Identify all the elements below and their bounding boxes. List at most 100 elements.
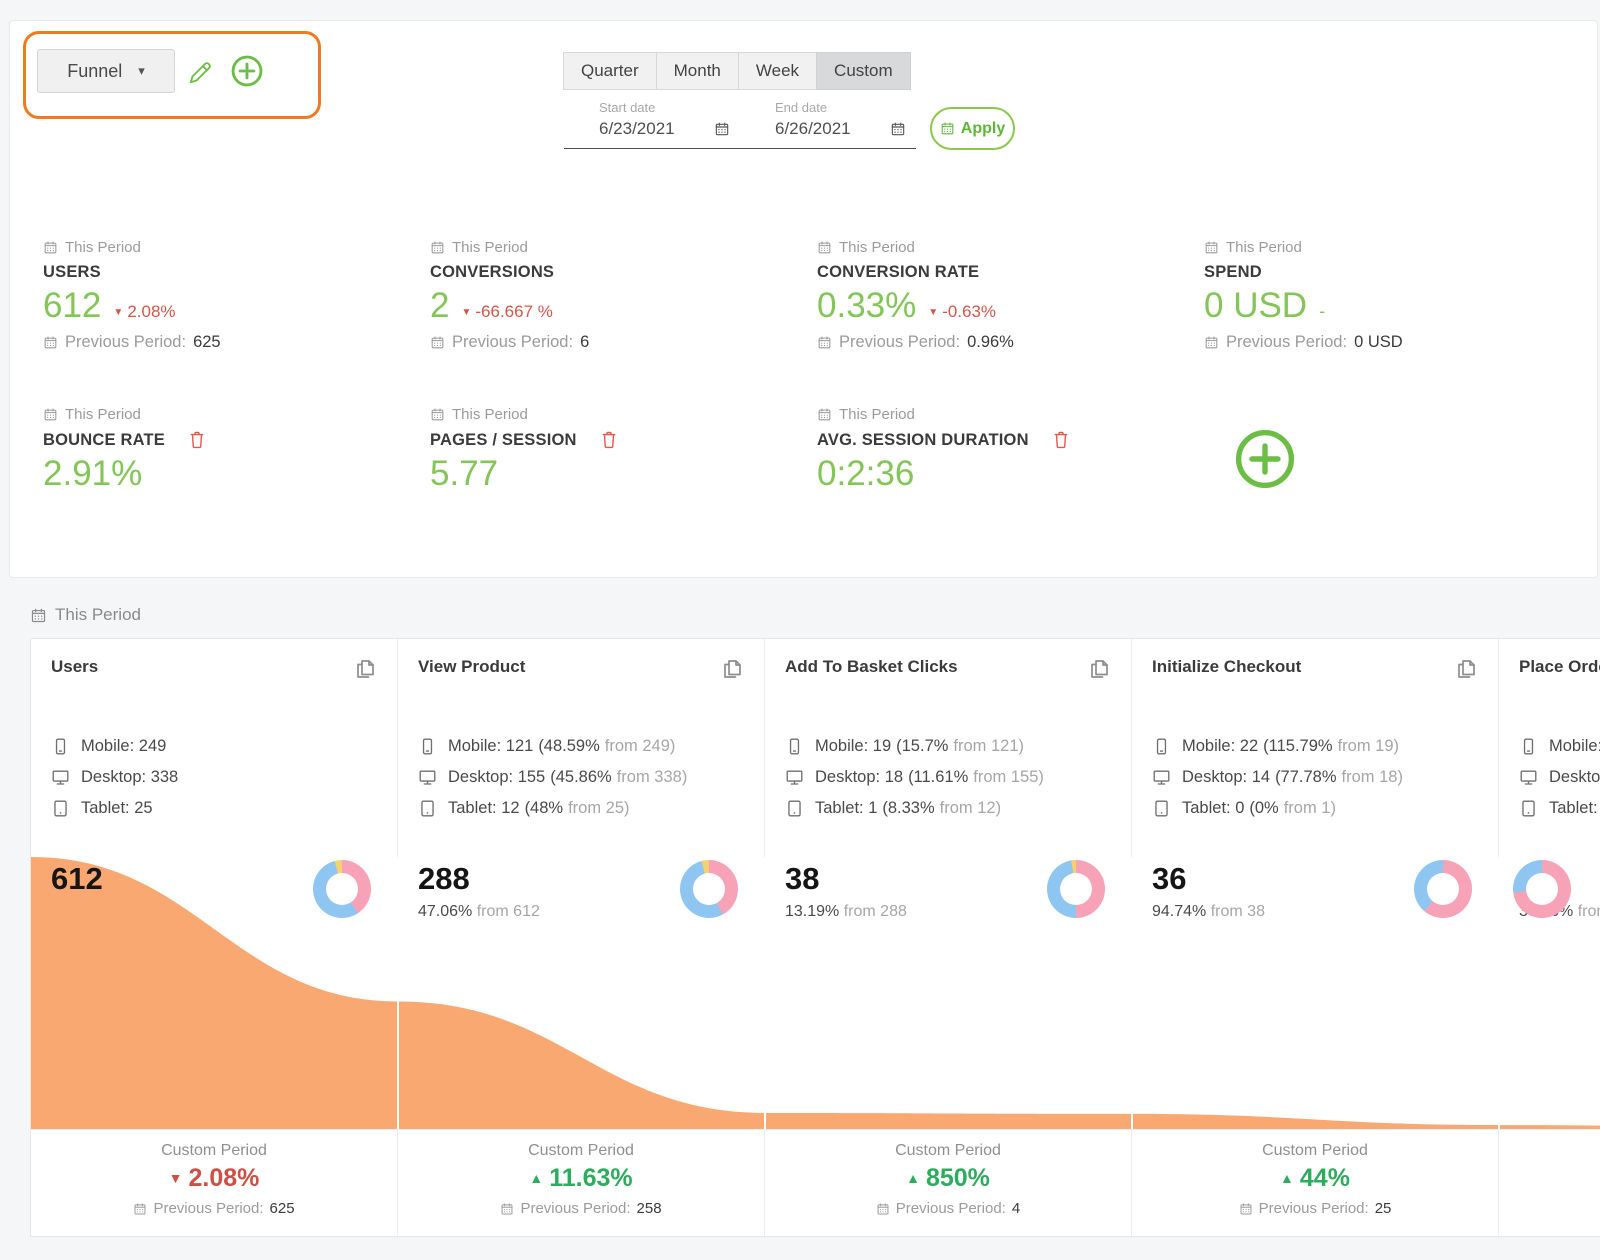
metric-title: CONVERSION RATE — [817, 263, 979, 282]
funnel-dropdown[interactable]: Funnel ▾ — [37, 49, 175, 93]
metric-title: AVG. SESSION DURATION — [817, 431, 1029, 450]
step-conversion-from: from 36 — [1578, 903, 1600, 920]
duplicate-step-button[interactable] — [353, 657, 377, 681]
funnel-step-footer: Custom Period▼2.08%Previous Period:625 — [31, 1129, 398, 1236]
tab-month[interactable]: Month — [656, 52, 739, 90]
calendar-icon — [43, 240, 58, 255]
metric-title: BOUNCE RATE — [43, 431, 165, 450]
device-stat: Desktop: — [1519, 762, 1600, 793]
mobile-icon — [1519, 737, 1538, 756]
calendar-icon — [817, 335, 832, 350]
calendar-icon[interactable] — [714, 121, 730, 137]
calendar-icon[interactable] — [890, 121, 906, 137]
step-conversion-pct: 13.19% — [785, 903, 839, 920]
copy-icon — [1087, 657, 1111, 681]
apply-button[interactable]: Apply — [930, 107, 1015, 150]
funnel-step-column: Add To Basket ClicksMobile: 19(15.7%from… — [765, 639, 1132, 1236]
device-stat: Desktop: 338 — [51, 762, 377, 793]
funnel-step-title: Users — [51, 657, 98, 677]
funnel-step-column: View ProductMobile: 121(48.59%from 249)D… — [398, 639, 765, 1236]
funnel-step-column: Place OrderMobile:Desktop:Tablet:1130.56… — [1499, 639, 1600, 1236]
step-change: ▲11.63% — [398, 1164, 764, 1193]
metric-value: 0.33% — [817, 288, 916, 325]
metric-value: 0:2:36 — [817, 456, 914, 493]
funnel-step-footer: Custom Period ▲850% Previous Period:4 — [765, 1129, 1132, 1236]
calendar-icon — [30, 607, 47, 624]
duplicate-step-button[interactable] — [1454, 657, 1478, 681]
mobile-icon — [418, 737, 437, 756]
calendar-icon — [43, 407, 58, 422]
tab-custom[interactable]: Custom — [816, 52, 911, 90]
step-previous: Previous Period:25 — [1132, 1200, 1498, 1217]
metric-period: This Period — [817, 239, 1195, 256]
chevron-down-icon: ▾ — [138, 63, 145, 79]
tablet-icon — [418, 799, 437, 818]
calendar-icon — [430, 335, 445, 350]
metric-previous: Previous Period:6 — [430, 333, 808, 352]
plus-circle-icon — [1231, 425, 1299, 493]
calendar-icon — [940, 121, 955, 136]
copy-icon — [1454, 657, 1478, 681]
previous-value: 0.96% — [967, 333, 1014, 352]
custom-period-label: Custom Period — [398, 1142, 764, 1160]
tab-quarter[interactable]: Quarter — [563, 52, 657, 90]
funnel-step-title: Place Order — [1519, 657, 1600, 677]
device-stat: Mobile: 19(15.7%from 121) — [785, 731, 1111, 762]
delete-metric-button[interactable] — [187, 430, 207, 450]
desktop-icon — [1152, 768, 1171, 787]
metric-period: This Period — [43, 406, 421, 423]
device-stat: Mobile: — [1519, 731, 1600, 762]
trash-icon — [599, 430, 619, 450]
metric-cards-grid: This Period USERS 612 ▼2.08% Previous Period… — [34, 239, 1582, 573]
end-date-input[interactable]: 6/26/2021 — [775, 119, 851, 139]
mobile-icon — [51, 737, 70, 756]
edit-funnel-button[interactable] — [187, 60, 213, 86]
previous-value: 0 USD — [1354, 333, 1403, 352]
metric-card: This PeriodAVG. SESSION DURATION0:2:36 — [808, 406, 1195, 573]
funnel-step-total: 612 — [51, 863, 103, 894]
step-change: ▲850% — [765, 1164, 1131, 1193]
apply-button-label: Apply — [961, 120, 1005, 138]
mobile-icon — [1152, 737, 1171, 756]
metric-value: 2 — [430, 288, 449, 325]
metric-value: 5.77 — [430, 456, 498, 493]
funnel-step-header: Initialize CheckoutMobile: 22(115.79%fro… — [1132, 639, 1499, 857]
duplicate-step-button[interactable] — [1087, 657, 1111, 681]
start-date-group: Start date 6/23/2021 — [564, 97, 740, 148]
metric-change: ▼2.08% — [113, 302, 175, 322]
step-previous: Previous Period:4 — [765, 1200, 1131, 1217]
step-total-value: 36 — [1152, 863, 1265, 894]
device-stat: Tablet: 12(48%from 25) — [418, 793, 744, 824]
metric-card: This PeriodCONVERSION RATE0.33%▼-0.63%Pr… — [808, 239, 1195, 406]
step-conversion-from: from 38 — [1211, 903, 1265, 920]
metric-period: This Period — [1204, 239, 1582, 256]
calendar-icon — [43, 335, 58, 350]
funnel-columns: UsersMobile: 249Desktop: 338Tablet: 2561… — [31, 639, 1600, 1236]
metric-title: USERS — [43, 263, 101, 282]
metric-period: This Period — [430, 239, 808, 256]
mobile-icon — [785, 737, 804, 756]
delete-metric-button[interactable] — [1051, 430, 1071, 450]
funnel-step-header: UsersMobile: 249Desktop: 338Tablet: 25 — [31, 639, 398, 857]
funnel-step-footer: Custom Period▲44%Previous Period:25 — [1132, 1129, 1499, 1236]
metric-card: This PeriodBOUNCE RATE2.91% — [34, 406, 421, 573]
device-donut-chart — [1414, 860, 1472, 918]
metric-value: 612 — [43, 288, 101, 325]
calendar-icon — [1239, 1202, 1253, 1216]
device-stat: Mobile: 249 — [51, 731, 377, 762]
step-total-value: 288 — [418, 863, 540, 894]
duplicate-step-button[interactable] — [720, 657, 744, 681]
step-change: ▲44% — [1132, 1164, 1498, 1193]
start-date-input[interactable]: 6/23/2021 — [599, 119, 675, 139]
add-funnel-button[interactable] — [229, 53, 265, 89]
custom-period-label: Custom Period — [765, 1142, 1131, 1160]
funnel-period-label: This Period — [30, 605, 141, 625]
delete-metric-button[interactable] — [599, 430, 619, 450]
custom-period-label: Custom Period — [31, 1142, 397, 1160]
funnel-step-header: View ProductMobile: 121(48.59%from 249)D… — [398, 639, 765, 857]
device-stat: Tablet: 1(8.33%from 12) — [785, 793, 1111, 824]
add-metric-button[interactable] — [1231, 425, 1299, 493]
desktop-icon — [1519, 768, 1538, 787]
calendar-icon — [1204, 240, 1219, 255]
tab-week[interactable]: Week — [738, 52, 817, 90]
